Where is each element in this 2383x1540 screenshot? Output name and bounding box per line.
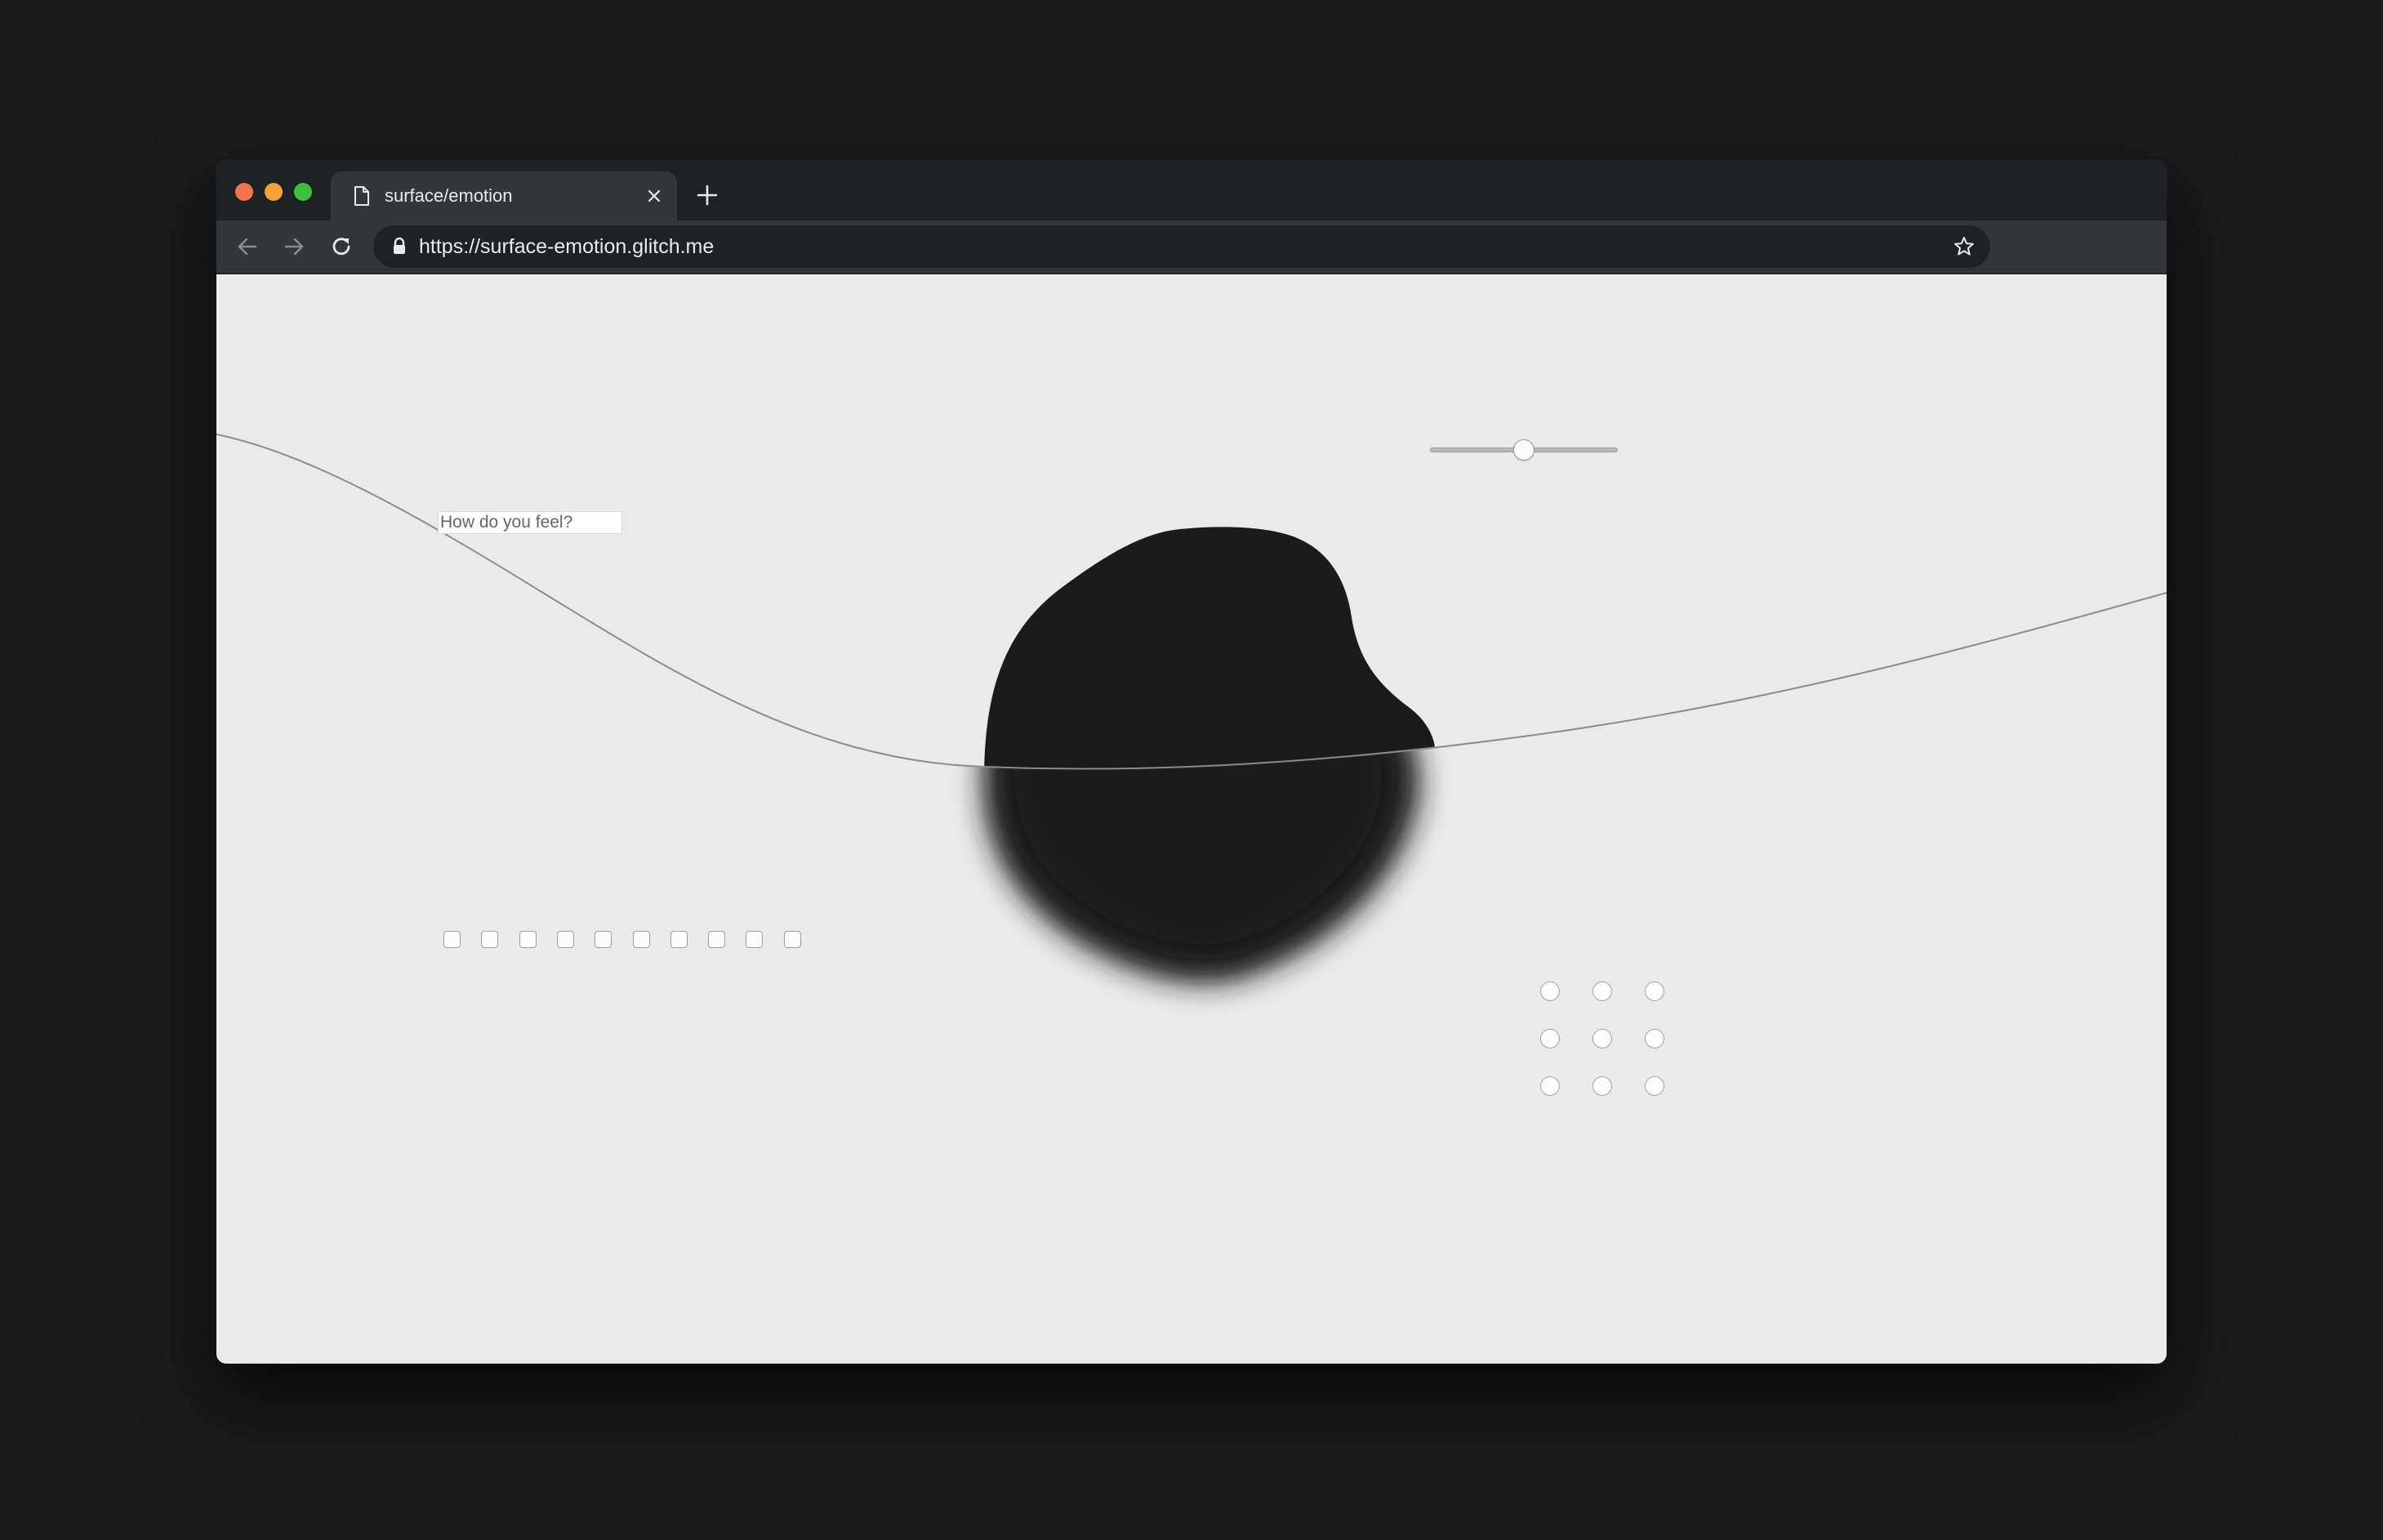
reload-icon[interactable] <box>327 232 356 261</box>
radio-r1-c2[interactable] <box>1592 981 1612 1001</box>
lock-icon <box>394 237 405 254</box>
browser-window: surface/emotion https://surface-emotion.… <box>216 160 2167 1364</box>
address-bar[interactable]: https://surface-emotion.glitch.me <box>373 225 1990 268</box>
document-icon <box>354 186 369 206</box>
feeling-input[interactable] <box>438 511 622 534</box>
tab-strip: surface/emotion <box>216 160 2167 220</box>
new-tab-icon[interactable] <box>693 181 721 209</box>
checkbox-2[interactable] <box>481 931 499 948</box>
radio-r1-c1[interactable] <box>1540 981 1560 1001</box>
bookmark-star-icon[interactable] <box>1953 235 1975 258</box>
slider-thumb[interactable] <box>1513 439 1534 461</box>
surface-scene <box>216 434 2167 983</box>
tab-title: surface/emotion <box>385 185 513 206</box>
emotion-slider[interactable] <box>1430 438 1618 462</box>
radio-r3-c2[interactable] <box>1592 1076 1612 1096</box>
radio-r2-c2[interactable] <box>1592 1029 1612 1048</box>
checkbox-10[interactable] <box>783 931 801 948</box>
checkbox-7[interactable] <box>670 931 688 948</box>
minimize-window-button[interactable] <box>265 183 283 201</box>
checkbox-6[interactable] <box>632 931 650 948</box>
browser-toolbar: https://surface-emotion.glitch.me <box>216 220 2167 273</box>
close-tab-icon[interactable] <box>643 185 666 207</box>
maximize-window-button[interactable] <box>294 183 312 201</box>
radio-r3-c3[interactable] <box>1645 1076 1664 1096</box>
radio-r1-c3[interactable] <box>1645 981 1664 1001</box>
forward-arrow-icon[interactable] <box>279 232 309 261</box>
close-window-button[interactable] <box>235 183 253 201</box>
page-viewport <box>216 274 2167 1364</box>
radio-r2-c1[interactable] <box>1540 1029 1560 1048</box>
checkbox-5[interactable] <box>595 931 612 948</box>
url-text: https://surface-emotion.glitch.me <box>419 235 715 258</box>
checkbox-4[interactable] <box>556 931 574 948</box>
checkbox-3[interactable] <box>519 931 537 948</box>
radio-r3-c1[interactable] <box>1540 1076 1560 1096</box>
checkbox-1[interactable] <box>443 931 461 948</box>
back-arrow-icon[interactable] <box>233 232 262 261</box>
tab-surface-emotion[interactable]: surface/emotion <box>331 171 677 220</box>
checkbox-9[interactable] <box>746 931 764 948</box>
radio-r2-c3[interactable] <box>1645 1029 1664 1048</box>
checkbox-8[interactable] <box>708 931 726 948</box>
